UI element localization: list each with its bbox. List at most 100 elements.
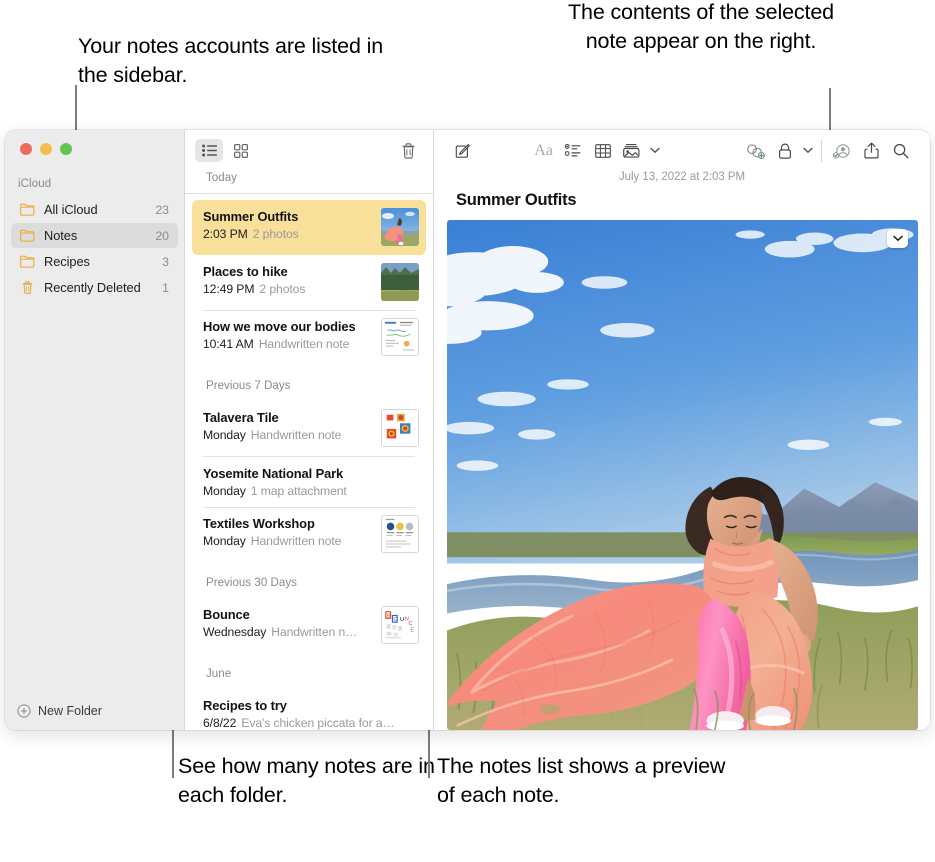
note-detail-pane: Aa July 13, 2022 at 2:03 PM Summer Outfi…	[434, 130, 930, 730]
close-button[interactable]	[20, 143, 32, 155]
table-icon	[594, 143, 611, 158]
sidebar-item-count: 3	[162, 254, 169, 269]
note-preview: Handwritten note	[258, 337, 350, 352]
note-list-pane: Today Summer Outfits 2:03 PM 2 photos Pla…	[185, 130, 434, 730]
table-button[interactable]	[588, 138, 618, 164]
section-heading-previous-30-days: Previous 30 Days	[206, 577, 297, 590]
list-view-button[interactable]	[195, 139, 223, 162]
list-view-icon	[201, 144, 217, 157]
note-time: 6/8/22	[203, 716, 237, 730]
note-thumbnail	[381, 207, 419, 246]
search-icon	[894, 143, 909, 158]
photo-woman-pink-dress-image	[447, 220, 918, 730]
share-button[interactable]	[857, 138, 887, 164]
section-heading-june: June	[206, 668, 232, 681]
sidebar-item-recently-deleted[interactable]: Recently Deleted 1	[11, 275, 178, 300]
note-title: Summer Outfits	[203, 208, 299, 224]
sidebar-item-all-icloud[interactable]: All iCloud 23	[11, 197, 178, 222]
note-photo[interactable]	[447, 220, 918, 730]
folder-icon	[19, 227, 36, 244]
sidebar-item-label: All iCloud	[44, 202, 98, 217]
toolbar-separator	[820, 139, 822, 162]
list-item[interactable]: Textiles Workshop Monday Handwritten note	[192, 507, 426, 562]
checklist-icon	[565, 143, 581, 156]
zoom-button[interactable]	[60, 143, 72, 155]
gallery-view-icon	[234, 143, 248, 158]
svg-text:E: E	[410, 628, 414, 634]
search-button[interactable]	[886, 138, 916, 164]
window-controls	[5, 130, 184, 168]
sidebar: iCloud All iCloud 23 Notes 20 Recipes 3 …	[5, 130, 185, 730]
sidebar-item-notes[interactable]: Notes 20	[11, 223, 178, 248]
folder-icon	[19, 201, 36, 218]
sidebar-item-count: 1	[162, 280, 169, 295]
svg-text:B: B	[387, 614, 391, 620]
list-item[interactable]: Yosemite National Park Monday 1 map attac…	[192, 457, 426, 507]
list-item[interactable]: Summer Outfits 2:03 PM 2 photos	[192, 199, 426, 255]
trash-icon	[401, 143, 415, 159]
collaborate-icon	[832, 143, 850, 159]
compose-note-button[interactable]	[448, 138, 478, 164]
media-button[interactable]	[618, 138, 648, 164]
detail-callout-text: The contents of the selected note appear…	[568, 0, 834, 54]
note-time: 2:03 PM	[203, 226, 248, 241]
note-time: Monday	[203, 534, 246, 549]
note-preview: 1 map attachment	[250, 483, 347, 498]
note-title: How we move our bodies	[203, 319, 356, 334]
account-label: iCloud	[18, 178, 52, 190]
minimize-button[interactable]	[40, 143, 52, 155]
note-title: Yosemite National Park	[203, 465, 344, 481]
note-detail-toolbar: Aa	[434, 130, 930, 171]
photo-options-button[interactable]	[887, 229, 908, 248]
note-preview: Eva's chicken piccata for a…	[241, 716, 395, 730]
new-folder-button[interactable]: New Folder	[5, 698, 184, 730]
list-item[interactable]: Bounce Wednesday Handwritten n… BOUNCE	[192, 598, 426, 653]
link-icon	[747, 143, 765, 159]
list-item[interactable]: Recipes to try 6/8/22 Eva's chicken picca…	[192, 689, 426, 730]
note-title: Recipes to try	[203, 698, 287, 714]
link-button[interactable]	[741, 138, 771, 164]
list-item[interactable]: Places to hike 12:49 PM 2 photos	[192, 255, 426, 310]
note-preview: Handwritten note	[250, 428, 342, 443]
note-preview: 2 photos	[259, 281, 306, 296]
list-item[interactable]: How we move our bodies 10:41 AM Handwritt…	[192, 310, 426, 365]
note-thumbnail	[381, 318, 419, 356]
note-title: Talavera Tile	[203, 410, 279, 425]
svg-text:O: O	[393, 617, 398, 623]
notes-scroll-area[interactable]: Summer Outfits 2:03 PM 2 photos Places to…	[185, 194, 433, 730]
note-date: July 13, 2022 at 2:03 PM	[618, 171, 746, 183]
lock-icon	[779, 143, 792, 159]
gallery-view-button[interactable]	[227, 139, 255, 162]
lock-button[interactable]	[770, 138, 800, 164]
lock-chevron-down-icon	[803, 147, 813, 154]
collaborate-button[interactable]	[827, 138, 857, 164]
note-title: Places to hike	[203, 263, 288, 279]
share-icon	[864, 142, 879, 159]
media-chevron-down-icon	[650, 147, 660, 154]
trash-icon	[19, 279, 36, 296]
section-heading-today: Today	[206, 172, 237, 184]
note-preview: Handwritten note	[250, 534, 342, 549]
format-aa-icon: Aa	[534, 141, 553, 159]
compose-icon	[455, 143, 470, 158]
list-item[interactable]: Talavera Tile Monday Handwritten note	[192, 401, 426, 456]
note-time: Monday	[203, 483, 246, 498]
note-title: Textiles Workshop	[203, 516, 315, 532]
section-heading-previous-7-days: Previous 7 Days	[206, 380, 291, 392]
note-preview: Handwritten n…	[271, 625, 358, 640]
plus-circle-icon	[17, 704, 31, 718]
sidebar-item-recipes[interactable]: Recipes 3	[11, 249, 178, 274]
note-thumbnail: BOUNCE	[381, 606, 419, 645]
delete-note-button[interactable]	[396, 139, 420, 163]
note-thumbnail	[381, 262, 419, 301]
format-button[interactable]: Aa	[529, 138, 559, 164]
notes-app-window: iCloud All iCloud 23 Notes 20 Recipes 3 …	[5, 130, 930, 730]
checklist-button[interactable]	[558, 138, 588, 164]
sidebar-item-label: Recently Deleted	[44, 280, 141, 295]
lock-dropdown-button[interactable]	[801, 138, 815, 164]
media-dropdown-button[interactable]	[648, 138, 662, 164]
new-folder-label: New Folder	[38, 704, 102, 718]
counts-callout-leader-vertical	[172, 722, 174, 778]
svg-text:C: C	[409, 621, 413, 627]
preview-callout-text: The notes list shows a preview of each n…	[437, 754, 726, 808]
